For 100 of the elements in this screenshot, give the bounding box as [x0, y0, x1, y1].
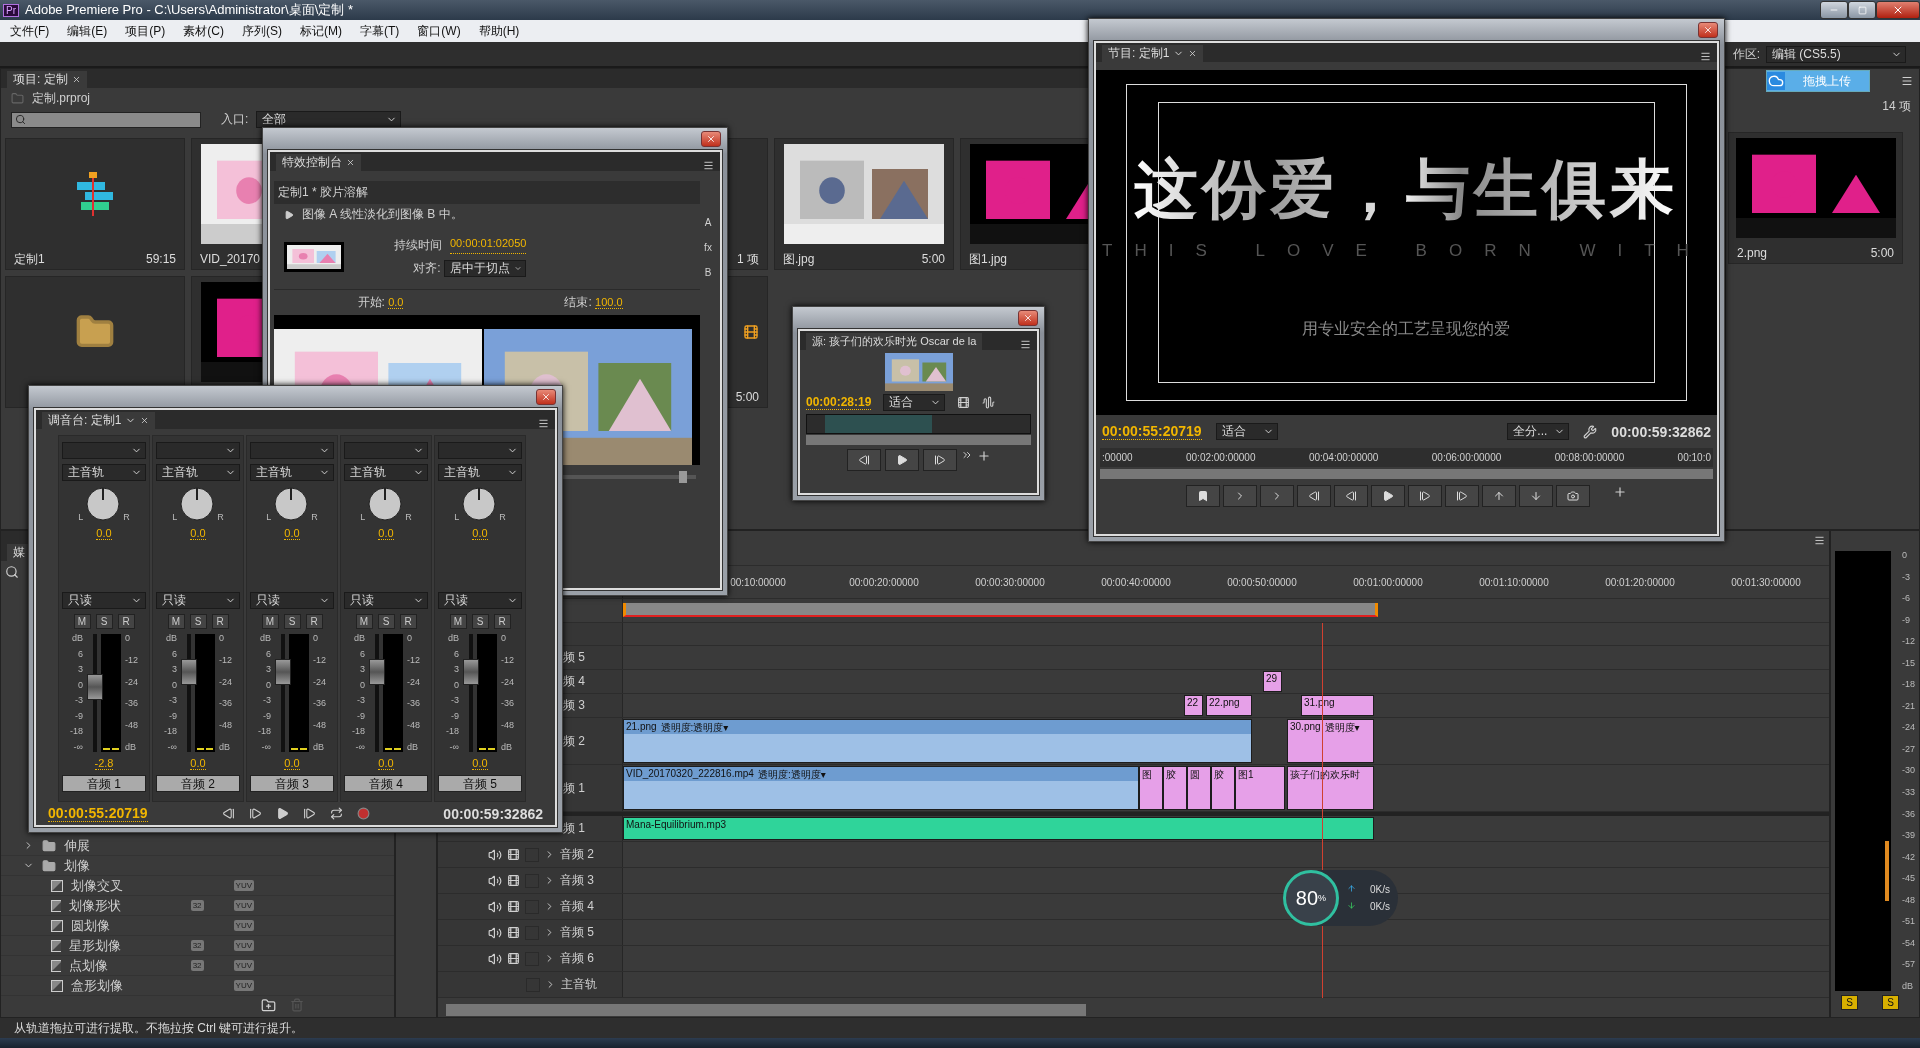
menu-item[interactable]: 帮助(H)	[476, 22, 522, 40]
track-toggle-button[interactable]: R	[399, 614, 417, 629]
pan-value[interactable]: 0.0	[96, 527, 112, 540]
timeline-clip[interactable]: 22.png	[1206, 695, 1252, 716]
automation-dropdown[interactable]: 只读	[438, 592, 522, 609]
timeline-clip[interactable]: VID_20170320_222816.mp4 透明度:透明度▾	[623, 766, 1139, 810]
add-icon[interactable]	[1613, 485, 1627, 499]
output-dropdown[interactable]: 主音轨	[438, 464, 522, 481]
timeline-clip[interactable]: 图1	[1235, 766, 1285, 810]
pan-knob[interactable]	[461, 486, 498, 522]
track-name-button[interactable]: 音频 2	[156, 775, 240, 792]
effect-folder[interactable]: 伸展	[1, 836, 394, 856]
volume-value[interactable]: 0.0	[472, 757, 488, 770]
automation-dropdown[interactable]: 只读	[62, 592, 146, 609]
play-button[interactable]	[884, 449, 919, 471]
automation-dropdown[interactable]: 只读	[250, 592, 334, 609]
track-toggle-button[interactable]: M	[355, 614, 373, 629]
pan-knob[interactable]	[273, 486, 310, 522]
timeline-clip[interactable]: 胶	[1163, 766, 1187, 810]
go-to-in-button[interactable]	[1297, 485, 1331, 507]
output-dropdown[interactable]: 主音轨	[250, 464, 334, 481]
track-output-icon[interactable]	[507, 900, 520, 913]
pan-knob[interactable]	[179, 486, 216, 522]
pan-value[interactable]: 0.0	[472, 527, 488, 540]
panel-menu-icon[interactable]	[703, 160, 714, 171]
effect-item[interactable]: 划像形状 32 YUV	[1, 896, 394, 916]
automation-dropdown[interactable]: 只读	[156, 592, 240, 609]
speaker-icon[interactable]	[488, 925, 502, 940]
effect-item[interactable]: 圆划像 YUV	[1, 916, 394, 936]
fader-thumb[interactable]	[463, 658, 479, 685]
horizontal-scrollbar[interactable]	[446, 1004, 1086, 1016]
close-button[interactable]	[536, 389, 556, 405]
lift-button[interactable]	[1482, 485, 1516, 507]
speaker-icon[interactable]	[488, 951, 502, 966]
step-back-button[interactable]	[1334, 485, 1368, 507]
track-toggle-button[interactable]: R	[305, 614, 323, 629]
volume-value[interactable]: 0.0	[284, 757, 300, 770]
minimize-button[interactable]	[1820, 1, 1848, 19]
pan-knob[interactable]	[85, 486, 122, 522]
track-toggle-button[interactable]: M	[261, 614, 279, 629]
track-name-button[interactable]: 音频 3	[250, 775, 334, 792]
track-toggle-button[interactable]: M	[73, 614, 91, 629]
track-toggle-button[interactable]: S	[95, 614, 113, 629]
menu-item[interactable]: 标记(M)	[298, 22, 344, 40]
panel-menu-icon[interactable]	[1814, 535, 1825, 546]
pan-knob[interactable]	[367, 486, 404, 522]
track-toggle-button[interactable]: S	[283, 614, 301, 629]
pan-value[interactable]: 0.0	[378, 527, 394, 540]
maximize-button[interactable]	[1848, 1, 1876, 19]
speaker-icon[interactable]	[488, 873, 502, 888]
effect-item[interactable]: 划像交叉 YUV	[1, 876, 394, 896]
track-toggle-button[interactable]: S	[471, 614, 489, 629]
extract-button[interactable]	[1519, 485, 1553, 507]
marker-button[interactable]	[1186, 485, 1220, 507]
project-item[interactable]: 图.jpg 5:00	[774, 138, 954, 270]
track-toggle-button[interactable]: S	[377, 614, 395, 629]
track-output-icon[interactable]	[507, 848, 520, 861]
waveform-icon[interactable]	[982, 396, 996, 409]
more-icon[interactable]	[960, 449, 973, 461]
horizontal-scrollbar[interactable]	[806, 435, 1031, 445]
speaker-icon[interactable]	[488, 847, 502, 862]
add-icon[interactable]	[976, 449, 991, 463]
project-item[interactable]: 定制1 59:15	[5, 138, 185, 270]
menu-item[interactable]: 字幕(T)	[358, 22, 402, 40]
close-button[interactable]	[701, 131, 721, 147]
fader-thumb[interactable]	[369, 658, 385, 685]
step-back-button[interactable]	[846, 449, 881, 471]
pan-value[interactable]: 0.0	[190, 527, 206, 540]
effect-item[interactable]: 点划像 32 YUV	[1, 956, 394, 976]
timeline-clip[interactable]: 30.png 透明度▾	[1287, 719, 1374, 763]
loop-icon[interactable]	[329, 807, 343, 820]
volume-value[interactable]: 0.0	[190, 757, 206, 770]
speaker-icon[interactable]	[488, 899, 502, 914]
output-dropdown[interactable]: 主音轨	[156, 464, 240, 481]
panel-tab[interactable]: 源: 孩子们的欢乐时光 Oscar de la	[806, 333, 983, 350]
panel-tab[interactable]: 媒	[7, 544, 31, 561]
end-value[interactable]: 100.0	[595, 296, 623, 309]
timeline-clip[interactable]: 图	[1139, 766, 1163, 810]
panel-menu-icon[interactable]	[1020, 339, 1031, 350]
film-icon[interactable]	[957, 396, 971, 409]
play-in-to-out-icon[interactable]	[302, 807, 316, 820]
track-toggle-button[interactable]: M	[167, 614, 185, 629]
pan-value[interactable]: 0.0	[284, 527, 300, 540]
track-name-button[interactable]: 音频 1	[62, 775, 146, 792]
menu-item[interactable]: 编辑(E)	[65, 22, 110, 40]
track-toggle-button[interactable]: R	[493, 614, 511, 629]
search-icon[interactable]	[5, 565, 19, 579]
track-output-icon[interactable]	[507, 926, 520, 939]
zoom-dropdown[interactable]: 适合	[883, 394, 946, 411]
menu-item[interactable]: 项目(P)	[123, 22, 168, 40]
record-icon[interactable]	[356, 807, 370, 820]
effect-item[interactable]: 盒形划像 YUV	[1, 976, 394, 996]
panel-menu-icon[interactable]	[1700, 51, 1711, 62]
track-toggle-button[interactable]: R	[211, 614, 229, 629]
timeline-clip[interactable]: 22	[1184, 695, 1203, 716]
timecode[interactable]: 00:00:55:20719	[1102, 423, 1202, 440]
timeline-clip[interactable]: Mana-Equilibrium.mp3	[623, 817, 1374, 840]
fader-thumb[interactable]	[275, 658, 291, 685]
timeline-clip[interactable]: 29	[1263, 671, 1282, 692]
track-output-icon[interactable]	[507, 952, 520, 965]
